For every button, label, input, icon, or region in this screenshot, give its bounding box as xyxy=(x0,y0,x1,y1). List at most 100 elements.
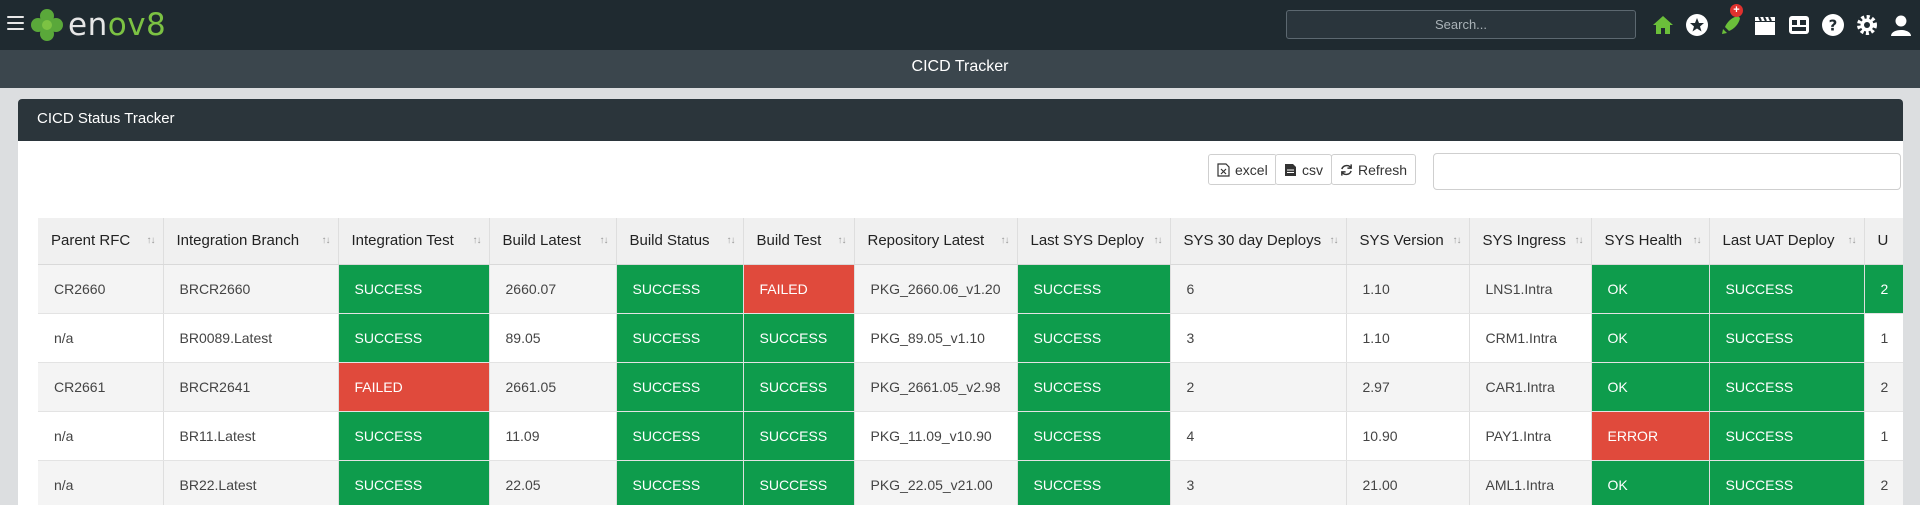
column-header-label: U xyxy=(1877,232,1889,250)
sort-arrows-icon[interactable]: ↑↓ xyxy=(473,235,482,246)
table-cell: SUCCESS xyxy=(338,411,490,461)
table-cell: SUCCESS xyxy=(1017,362,1171,412)
table-cell: 21.00 xyxy=(1346,460,1470,505)
sort-arrows-icon[interactable]: ↑↓ xyxy=(1330,235,1339,246)
rocket-icon[interactable]: + xyxy=(1718,4,1744,38)
table-cell: OK xyxy=(1591,460,1710,505)
column-header[interactable]: Build Test ↑↓ xyxy=(743,218,855,265)
column-header-label: SYS Version xyxy=(1359,232,1444,250)
brand-name: enov8 xyxy=(68,7,167,43)
column-header[interactable]: Build Status ↑↓ xyxy=(616,218,744,265)
table-cell: 2660.07 xyxy=(489,264,617,314)
table-cell: 3 xyxy=(1170,313,1347,363)
column-header-label: Last UAT Deploy xyxy=(1722,232,1835,250)
table-row[interactable]: n/a BR11.Latest SUCCESS 11.09 SUCCESS SUCCESS… xyxy=(38,411,1903,461)
column-header[interactable]: U↑↓ xyxy=(1864,218,1903,265)
table-cell: SUCCESS xyxy=(743,313,855,363)
dashboard-icon[interactable] xyxy=(1786,12,1812,38)
table-cell: FAILED xyxy=(338,362,490,412)
table-cell: 1 xyxy=(1864,411,1903,461)
sort-arrows-icon[interactable]: ↑↓ xyxy=(838,235,847,246)
table-cell: 3 xyxy=(1170,460,1347,505)
column-header[interactable]: Build Latest ↑↓ xyxy=(489,218,617,265)
column-header[interactable]: SYS Version ↑↓ xyxy=(1346,218,1470,265)
column-header[interactable]: SYS Health ↑↓ xyxy=(1591,218,1710,265)
column-header-label: Build Status xyxy=(629,232,710,250)
table-cell: SUCCESS xyxy=(616,264,744,314)
column-header[interactable]: SYS 30 day Deploys ↑↓ xyxy=(1170,218,1347,265)
refresh-button[interactable]: Refresh xyxy=(1331,154,1417,185)
hamburger-menu-icon[interactable] xyxy=(7,16,24,30)
column-header[interactable]: Parent RFC ↑↓ xyxy=(38,218,164,265)
sort-arrows-icon[interactable]: ↑↓ xyxy=(1575,235,1584,246)
table-cell: PKG_2661.05_v2.98 xyxy=(854,362,1018,412)
table-cell: SUCCESS xyxy=(743,411,855,461)
table-cell: BRCR2641 xyxy=(163,362,339,412)
top-navbar: enov8 Search... + ? xyxy=(0,0,1920,50)
sort-arrows-icon[interactable]: ↑↓ xyxy=(727,235,736,246)
table-cell: 11.09 xyxy=(489,411,617,461)
user-icon[interactable] xyxy=(1888,12,1914,38)
table-row[interactable]: n/a BR0089.Latest SUCCESS 89.05 SUCCESS SUCCE… xyxy=(38,313,1903,363)
table-row[interactable]: CR2661 BRCR2641 FAILED 2661.05 SUCCESS SUCCES… xyxy=(38,362,1903,412)
column-header[interactable]: Integration Test ↑↓ xyxy=(338,218,490,265)
table-cell: PKG_11.09_v10.90 xyxy=(854,411,1018,461)
table-cell: 4 xyxy=(1170,411,1347,461)
export-excel-button[interactable]: excel xyxy=(1208,154,1277,185)
table-cell: SUCCESS xyxy=(616,460,744,505)
export-csv-button[interactable]: csv xyxy=(1275,154,1332,185)
notification-badge: + xyxy=(1730,4,1743,17)
table-cell: 2 xyxy=(1864,362,1903,412)
header-icon-bar: + ? xyxy=(1650,4,1920,38)
column-header-label: SYS 30 day Deploys xyxy=(1183,232,1322,250)
help-icon[interactable]: ? xyxy=(1820,12,1846,38)
status-tracker-panel: CICD Status Tracker excel csv Refresh Pa… xyxy=(18,99,1903,505)
table-cell: SUCCESS xyxy=(1017,460,1171,505)
table-cell: CAR1.Intra xyxy=(1469,362,1592,412)
cicd-table-container: Parent RFC ↑↓ Integration Branch ↑↓ Integrat… xyxy=(38,218,1903,505)
home-icon[interactable] xyxy=(1650,12,1676,38)
sort-arrows-icon[interactable]: ↑↓ xyxy=(1453,235,1462,246)
excel-file-icon xyxy=(1217,162,1230,177)
table-row[interactable]: CR2660 BRCR2660 SUCCESS 2660.07 SUCCESS FAILE… xyxy=(38,264,1903,314)
sort-arrows-icon[interactable]: ↑↓ xyxy=(600,235,609,246)
table-cell: 2 xyxy=(1864,264,1903,314)
sort-arrows-icon[interactable]: ↑↓ xyxy=(1693,235,1702,246)
table-cell: OK xyxy=(1591,264,1710,314)
table-cell: CR2660 xyxy=(38,264,164,314)
star-icon[interactable] xyxy=(1684,12,1710,38)
sort-arrows-icon[interactable]: ↑↓ xyxy=(1001,235,1010,246)
sort-arrows-icon[interactable]: ↑↓ xyxy=(1154,235,1163,246)
sort-arrows-icon[interactable]: ↑↓ xyxy=(322,235,331,246)
table-cell: 1.10 xyxy=(1346,313,1470,363)
sort-arrows-icon[interactable]: ↑↓ xyxy=(147,235,156,246)
sort-arrows-icon[interactable]: ↑↓ xyxy=(1848,235,1857,246)
table-row[interactable]: n/a BR22.Latest SUCCESS 22.05 SUCCESS SUCCESS… xyxy=(38,460,1903,505)
search-input[interactable]: Search... xyxy=(1286,10,1636,39)
column-header[interactable]: Last UAT Deploy ↑↓ xyxy=(1709,218,1865,265)
column-header-label: Repository Latest xyxy=(867,232,985,250)
table-cell: BR11.Latest xyxy=(163,411,339,461)
column-header-label: Last SYS Deploy xyxy=(1030,232,1144,250)
enov8-logo[interactable]: enov8 xyxy=(30,6,166,44)
column-header-label: Build Test xyxy=(756,232,822,250)
column-header[interactable]: Integration Branch ↑↓ xyxy=(163,218,339,265)
column-header[interactable]: Last SYS Deploy ↑↓ xyxy=(1017,218,1171,265)
table-cell: BRCR2660 xyxy=(163,264,339,314)
table-cell: PKG_22.05_v21.00 xyxy=(854,460,1018,505)
table-cell: SUCCESS xyxy=(1709,313,1865,363)
table-filter-input[interactable] xyxy=(1433,153,1901,190)
column-header-label: Integration Branch xyxy=(176,232,300,250)
panel-title: CICD Status Tracker xyxy=(18,99,1903,141)
column-header[interactable]: Repository Latest ↑↓ xyxy=(854,218,1018,265)
table-cell: SUCCESS xyxy=(338,460,490,505)
page-title: CICD Tracker xyxy=(0,50,1920,88)
column-header[interactable]: SYS Ingress ↑↓ xyxy=(1469,218,1592,265)
table-cell: CR2661 xyxy=(38,362,164,412)
table-cell: SUCCESS xyxy=(616,313,744,363)
table-cell: SUCCESS xyxy=(338,264,490,314)
table-cell: SUCCESS xyxy=(1709,460,1865,505)
table-cell: 2 xyxy=(1864,460,1903,505)
settings-icon[interactable] xyxy=(1854,12,1880,38)
clapperboard-icon[interactable] xyxy=(1752,12,1778,38)
